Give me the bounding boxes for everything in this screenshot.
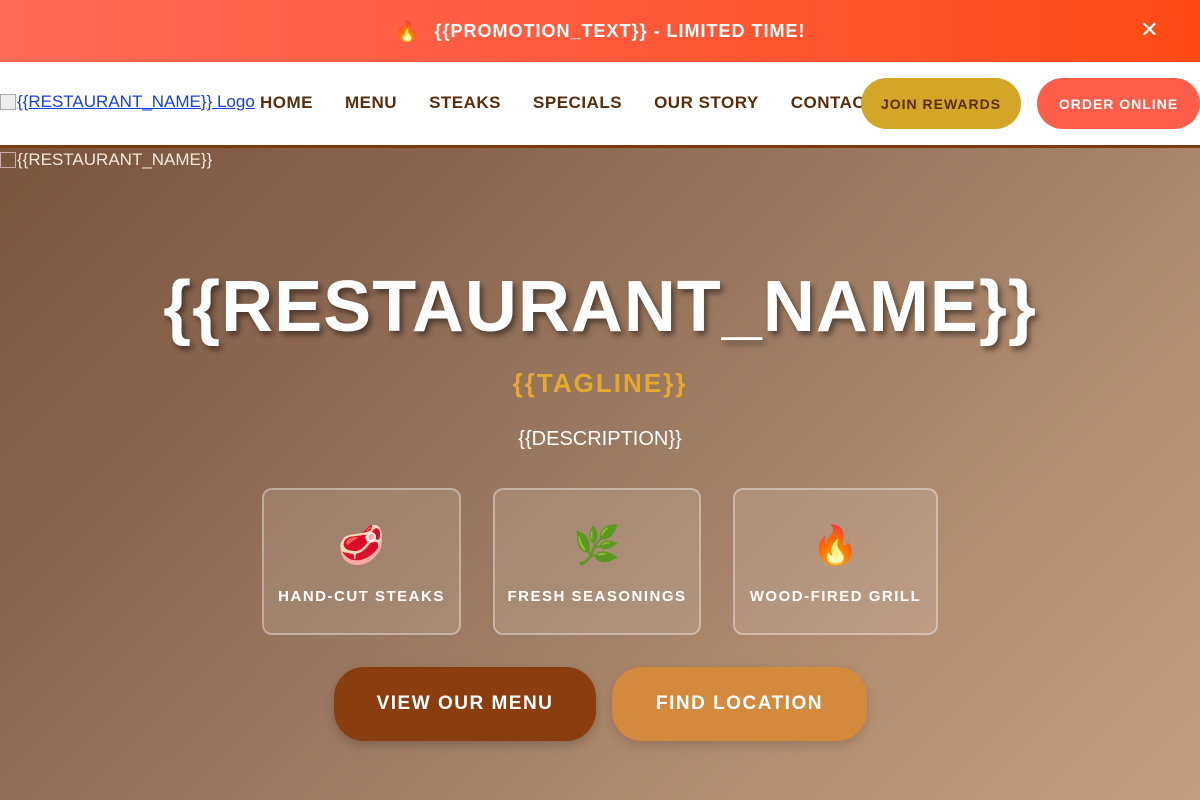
hero-title: {{RESTAURANT_NAME}} [163,267,1037,347]
join-rewards-button[interactable]: JOIN REWARDS [861,78,1021,129]
hero-section: {{RESTAURANT_NAME}} {{RESTAURANT_NAME}} … [0,148,1200,800]
herb-icon: 🌿 [573,525,621,567]
nav-link-specials[interactable]: SPECIALS [533,93,622,113]
feature-card-steaks: 🥩 HAND-CUT STEAKS [262,488,461,635]
logo-link[interactable]: {{RESTAURANT_NAME}} Logo [0,92,255,112]
feature-card-seasonings: 🌿 FRESH SEASONINGS [493,488,701,635]
fire-icon: 🔥 [811,525,860,567]
view-menu-button[interactable]: VIEW OUR MENU [334,667,596,741]
fire-icon: 🔥 [394,20,421,43]
broken-image-icon [0,152,16,168]
nav-link-menu[interactable]: MENU [345,93,397,113]
logo-alt-text: {{RESTAURANT_NAME}} Logo [17,92,255,111]
hero-tagline: {{TAGLINE}} [512,368,688,398]
find-location-button[interactable]: FIND LOCATION [612,667,867,741]
main-nav: {{RESTAURANT_NAME}} Logo HOME MENU STEAK… [0,62,1200,148]
feature-card-grill: 🔥 WOOD-FIRED GRILL [733,488,938,635]
promo-text: {{PROMOTION_TEXT}} - LIMITED TIME! [434,20,806,41]
feature-label: FRESH SEASONINGS [507,588,687,605]
order-online-button[interactable]: ORDER ONLINE [1037,78,1200,129]
broken-image-icon [0,94,16,110]
nav-link-home[interactable]: HOME [260,93,313,113]
hero-description: {{DESCRIPTION}} [518,428,682,450]
feature-label: WOOD-FIRED GRILL [749,588,922,605]
close-icon[interactable]: ✕ [1138,17,1162,42]
feature-label: HAND-CUT STEAKS [278,588,445,605]
hero-image-alt-text: {{RESTAURANT_NAME}} [17,150,213,169]
nav-link-our-story[interactable]: OUR STORY [654,93,759,113]
steak-icon: 🥩 [337,525,386,567]
nav-link-steaks[interactable]: STEAKS [429,93,501,113]
promo-banner: 🔥 {{PROMOTION_TEXT}} - LIMITED TIME! ✕ [0,0,1200,62]
nav-links: HOME MENU STEAKS SPECIALS OUR STORY CONT… [260,93,908,113]
hero-image: {{RESTAURANT_NAME}} [0,150,212,170]
